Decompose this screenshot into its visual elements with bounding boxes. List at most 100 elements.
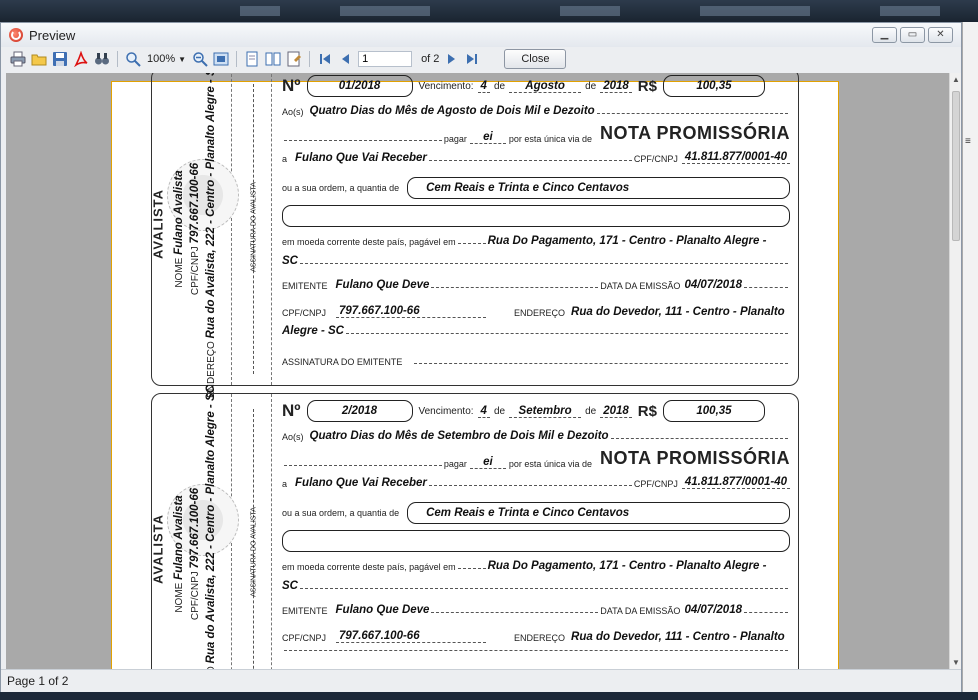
amount-words-continuation bbox=[282, 530, 790, 552]
issuer-address-1: Rua do Devedor, 111 - Centro - Planalto bbox=[571, 306, 785, 318]
save-icon[interactable] bbox=[51, 50, 69, 68]
taskbar bbox=[0, 692, 978, 700]
scroll-down-arrow-icon[interactable]: ▼ bbox=[952, 658, 960, 667]
vertical-scrollbar[interactable]: ▲ ▼ bbox=[949, 73, 961, 669]
note-number: 2/2018 bbox=[306, 400, 413, 422]
avalista-signature-label: ASSINATURA DO AVALISTA bbox=[250, 182, 257, 272]
note-value: 100,35 bbox=[662, 75, 765, 97]
payment-place-1: Rua Do Pagamento, 171 - Centro - Planalt… bbox=[487, 560, 767, 572]
find-binoculars-icon[interactable] bbox=[93, 50, 111, 68]
payment-place-label: em moeda corrente deste país, pagável em bbox=[282, 562, 456, 572]
open-folder-icon[interactable] bbox=[30, 50, 48, 68]
avalista-panel: AVALISTA NOME Fulano Avalista CPF/CNPJ 7… bbox=[151, 73, 239, 398]
note-number: 01/2018 bbox=[306, 75, 413, 97]
due-label: Vencimento: bbox=[418, 80, 474, 92]
a-label: a bbox=[282, 479, 288, 489]
toolbar: 100%▼ of 2 Close bbox=[1, 47, 961, 71]
avalista-name: Fulano Avalista bbox=[173, 495, 185, 580]
quantia-label: ou a sua ordem, a quantia de bbox=[282, 183, 400, 193]
maximize-button[interactable]: ▭ bbox=[900, 27, 925, 43]
minimize-button[interactable]: ▁ bbox=[872, 27, 897, 43]
promissory-note-2: AVALISTA NOME Fulano Avalista CPF/CNPJ 7… bbox=[150, 385, 799, 669]
due-day: 4 bbox=[477, 80, 490, 93]
zoom-icon[interactable] bbox=[124, 50, 142, 68]
issuer-label: EMITENTE bbox=[282, 281, 328, 291]
issuer-address-label: ENDEREÇO bbox=[514, 308, 566, 318]
avalista-panel: AVALISTA NOME Fulano Avalista CPF/CNPJ 7… bbox=[150, 385, 239, 669]
issue-date-label: DATA DA EMISSÃO bbox=[600, 606, 681, 616]
avalista-address: Rua do Avalista, 222 - Centro - Planalto… bbox=[205, 385, 217, 664]
payment-place-label: em moeda corrente deste país, pagável em bbox=[282, 237, 456, 247]
app-icon bbox=[9, 28, 23, 42]
single-page-icon[interactable] bbox=[243, 50, 261, 68]
status-bar: Page 1 of 2 bbox=[1, 669, 961, 692]
page-status: Page 1 of 2 bbox=[7, 674, 69, 688]
pagar-value: ei bbox=[469, 131, 506, 144]
aos-label: Ao(s) bbox=[282, 432, 304, 442]
issuer-address-label: ENDEREÇO bbox=[514, 633, 566, 643]
quantia-label: ou a sua ordem, a quantia de bbox=[282, 508, 400, 518]
preview-window: Preview ▁ ▭ ✕ 100%▼ of 2 Close bbox=[0, 22, 962, 692]
scroll-up-arrow-icon[interactable]: ▲ bbox=[952, 75, 960, 84]
due-year: 2018 bbox=[600, 405, 632, 418]
number-label: Nº bbox=[282, 76, 301, 95]
scrollbar-thumb[interactable] bbox=[952, 91, 960, 241]
zoom-out-icon[interactable] bbox=[191, 50, 209, 68]
payment-place-2: SC bbox=[282, 255, 298, 267]
due-de-label-2: de bbox=[585, 405, 597, 417]
payee-doc: 41.811.877/0001-40 bbox=[681, 476, 790, 489]
issuer-label: EMITENTE bbox=[282, 606, 328, 616]
due-de-label-2: de bbox=[585, 80, 597, 92]
first-page-icon[interactable] bbox=[316, 50, 334, 68]
zoom-value: 100% bbox=[147, 53, 176, 65]
pagar-label: pagar bbox=[443, 459, 467, 469]
currency-label: R$ bbox=[637, 77, 657, 95]
background-window-strip bbox=[0, 0, 978, 22]
avalista-title: AVALISTA bbox=[150, 513, 166, 585]
window-title: Preview bbox=[29, 27, 76, 43]
por-esta-label: por esta única via de bbox=[508, 134, 592, 144]
avalista-signature-label: ASSINATURA DO AVALISTA bbox=[250, 507, 257, 597]
close-window-button[interactable]: ✕ bbox=[928, 27, 953, 43]
note-body: Nº 01/2018 Vencimento: 4 de Agosto de 20… bbox=[276, 73, 798, 385]
last-page-icon[interactable] bbox=[463, 50, 481, 68]
issuer-signature-label: ASSINATURA DO EMITENTE bbox=[282, 357, 403, 367]
amount-in-words: Cem Reais e Trinta e Cinco Centavos bbox=[407, 177, 790, 199]
issuer-doc: 797.667.100-66 bbox=[336, 630, 487, 643]
zoom-select[interactable]: 100% ▼ bbox=[147, 53, 186, 65]
previous-page-icon[interactable] bbox=[337, 50, 355, 68]
page-number-input[interactable] bbox=[358, 51, 413, 67]
date-in-words: Quatro Dias do Mês de Setembro de Dois M… bbox=[309, 430, 609, 442]
issuer-doc-label: CPF/CNPJ bbox=[282, 633, 327, 643]
issuer-doc: 797.667.100-66 bbox=[336, 305, 487, 318]
issuer-name: Fulano Que Deve bbox=[335, 279, 430, 291]
issuer-doc-label: CPF/CNPJ bbox=[282, 308, 327, 318]
due-day: 4 bbox=[477, 405, 490, 418]
number-label: Nº bbox=[282, 401, 301, 420]
issuer-address-1: Rua do Devedor, 111 - Centro - Planalto bbox=[571, 631, 785, 643]
payment-place-2: SC bbox=[282, 580, 298, 592]
avalista-signature-strip: ASSINATURA DO AVALISTA bbox=[236, 73, 272, 385]
preview-area[interactable]: AVALISTA NOME Fulano Avalista CPF/CNPJ 7… bbox=[6, 73, 949, 669]
due-label: Vencimento: bbox=[418, 405, 474, 417]
next-page-icon[interactable] bbox=[442, 50, 460, 68]
close-button[interactable]: Close bbox=[504, 49, 567, 69]
issue-date-label: DATA DA EMISSÃO bbox=[600, 281, 681, 291]
due-month: Agosto bbox=[509, 80, 582, 93]
note-value: 100,35 bbox=[662, 400, 765, 422]
issuer-address-2: Alegre - SC bbox=[282, 325, 344, 337]
date-in-words: Quatro Dias do Mês de Agosto de Dois Mil… bbox=[309, 105, 595, 117]
two-pages-icon[interactable] bbox=[264, 50, 282, 68]
avalista-doc-label: CPF/CNPJ bbox=[190, 571, 201, 621]
note-body: Nº 2/2018 Vencimento: 4 de Setembro de 2… bbox=[276, 394, 798, 669]
page-setup-icon[interactable] bbox=[285, 50, 303, 68]
avalista-name: Fulano Avalista bbox=[173, 170, 185, 255]
print-icon[interactable] bbox=[9, 50, 27, 68]
pdf-export-icon[interactable] bbox=[72, 50, 90, 68]
fit-page-icon[interactable] bbox=[212, 50, 230, 68]
due-de-label-1: de bbox=[493, 80, 506, 92]
avalista-doc: 797.667.100-66 bbox=[189, 487, 201, 569]
due-month: Setembro bbox=[509, 405, 582, 418]
page-count: of 2 bbox=[421, 53, 440, 65]
avalista-doc: 797.667.100-66 bbox=[189, 162, 201, 244]
